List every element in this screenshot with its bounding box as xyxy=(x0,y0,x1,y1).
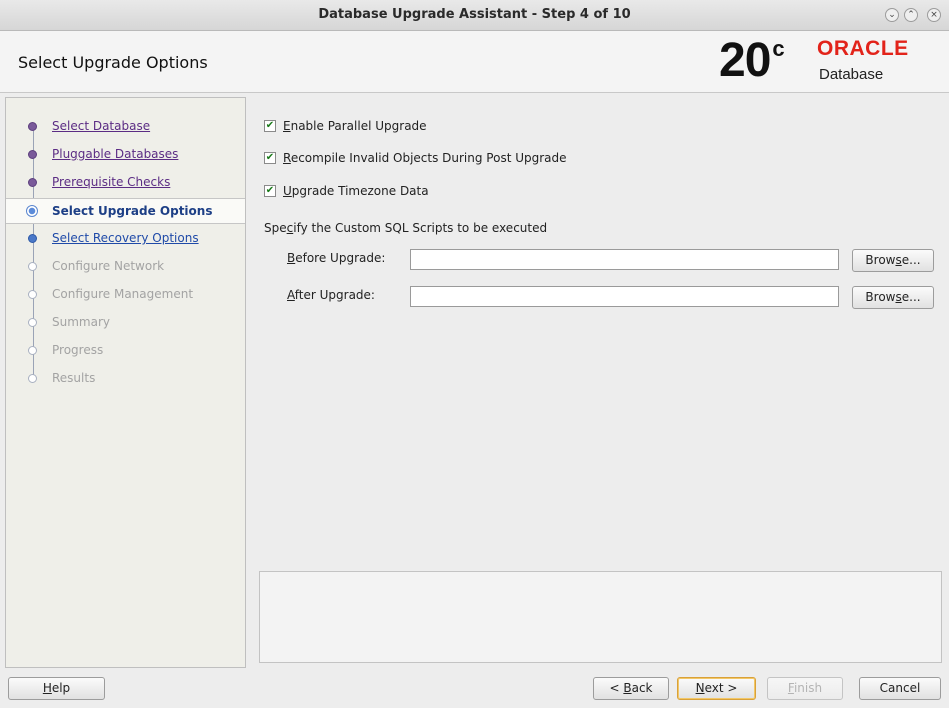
recompile-invalid-objects-checkbox[interactable]: ✔ Recompile Invalid Objects During Post … xyxy=(264,150,604,166)
cancel-button[interactable]: Cancel xyxy=(859,677,941,700)
oracle-version-logo: 20c xyxy=(719,34,785,87)
help-button[interactable]: Help xyxy=(8,677,105,700)
before-upgrade-label: Before Upgrade: xyxy=(287,251,386,265)
window-titlebar: Database Upgrade Assistant - Step 4 of 1… xyxy=(0,0,949,31)
nav-item-summary: Summary xyxy=(6,312,245,334)
nav-item-configure-network: Configure Network xyxy=(6,256,245,278)
nav-item-select-database[interactable]: Select Database xyxy=(6,116,245,138)
after-upgrade-label: After Upgrade: xyxy=(287,288,375,302)
before-upgrade-script-input[interactable] xyxy=(410,249,839,270)
checkbox-checked-icon[interactable]: ✔ xyxy=(264,185,276,197)
upgrade-timezone-data-checkbox[interactable]: ✔ Upgrade Timezone Data xyxy=(264,183,504,199)
maximize-icon[interactable]: ⌃ xyxy=(904,8,918,22)
after-upgrade-browse-button[interactable]: Browse... xyxy=(852,286,934,309)
custom-sql-scripts-heading: Specify the Custom SQL Scripts to be exe… xyxy=(264,221,548,235)
checkbox-checked-icon[interactable]: ✔ xyxy=(264,120,276,132)
nav-item-select-recovery-options[interactable]: Select Recovery Options xyxy=(6,228,245,250)
after-upgrade-script-input[interactable] xyxy=(410,286,839,307)
nav-item-results: Results xyxy=(6,368,245,390)
nav-item-prerequisite-checks[interactable]: Prerequisite Checks xyxy=(6,172,245,194)
page-header: Select Upgrade Options 20c ORACLE Databa… xyxy=(0,31,949,93)
oracle-logo: ORACLE xyxy=(817,37,909,60)
nav-item-configure-management: Configure Management xyxy=(6,284,245,306)
steps-navigation: Select Database Pluggable Databases Prer… xyxy=(5,97,246,668)
step-pending-icon xyxy=(28,262,37,271)
step-pending-icon xyxy=(28,346,37,355)
enable-parallel-upgrade-checkbox[interactable]: ✔ Enable Parallel Upgrade xyxy=(264,118,504,134)
step-done-icon xyxy=(28,150,37,159)
nav-item-pluggable-databases[interactable]: Pluggable Databases xyxy=(6,144,245,166)
window-title: Database Upgrade Assistant - Step 4 of 1… xyxy=(318,7,631,22)
page-title: Select Upgrade Options xyxy=(18,53,208,72)
step-pending-icon xyxy=(28,374,37,383)
back-button[interactable]: < Back xyxy=(593,677,669,700)
nav-item-select-upgrade-options[interactable]: Select Upgrade Options xyxy=(6,198,245,224)
minimize-icon[interactable]: ⌄ xyxy=(885,8,899,22)
oracle-product-label: Database xyxy=(819,66,884,83)
before-upgrade-browse-button[interactable]: Browse... xyxy=(852,249,934,272)
step-done-icon xyxy=(28,178,37,187)
step-pending-icon xyxy=(28,318,37,327)
finish-button: Finish xyxy=(767,677,843,700)
nav-item-progress: Progress xyxy=(6,340,245,362)
step-visited-icon xyxy=(28,234,37,243)
step-done-icon xyxy=(28,122,37,131)
message-panel xyxy=(259,571,942,663)
checkbox-checked-icon[interactable]: ✔ xyxy=(264,152,276,164)
step-pending-icon xyxy=(28,290,37,299)
next-button[interactable]: Next > xyxy=(677,677,756,700)
step-current-icon xyxy=(26,205,38,217)
close-icon[interactable]: × xyxy=(927,8,941,22)
